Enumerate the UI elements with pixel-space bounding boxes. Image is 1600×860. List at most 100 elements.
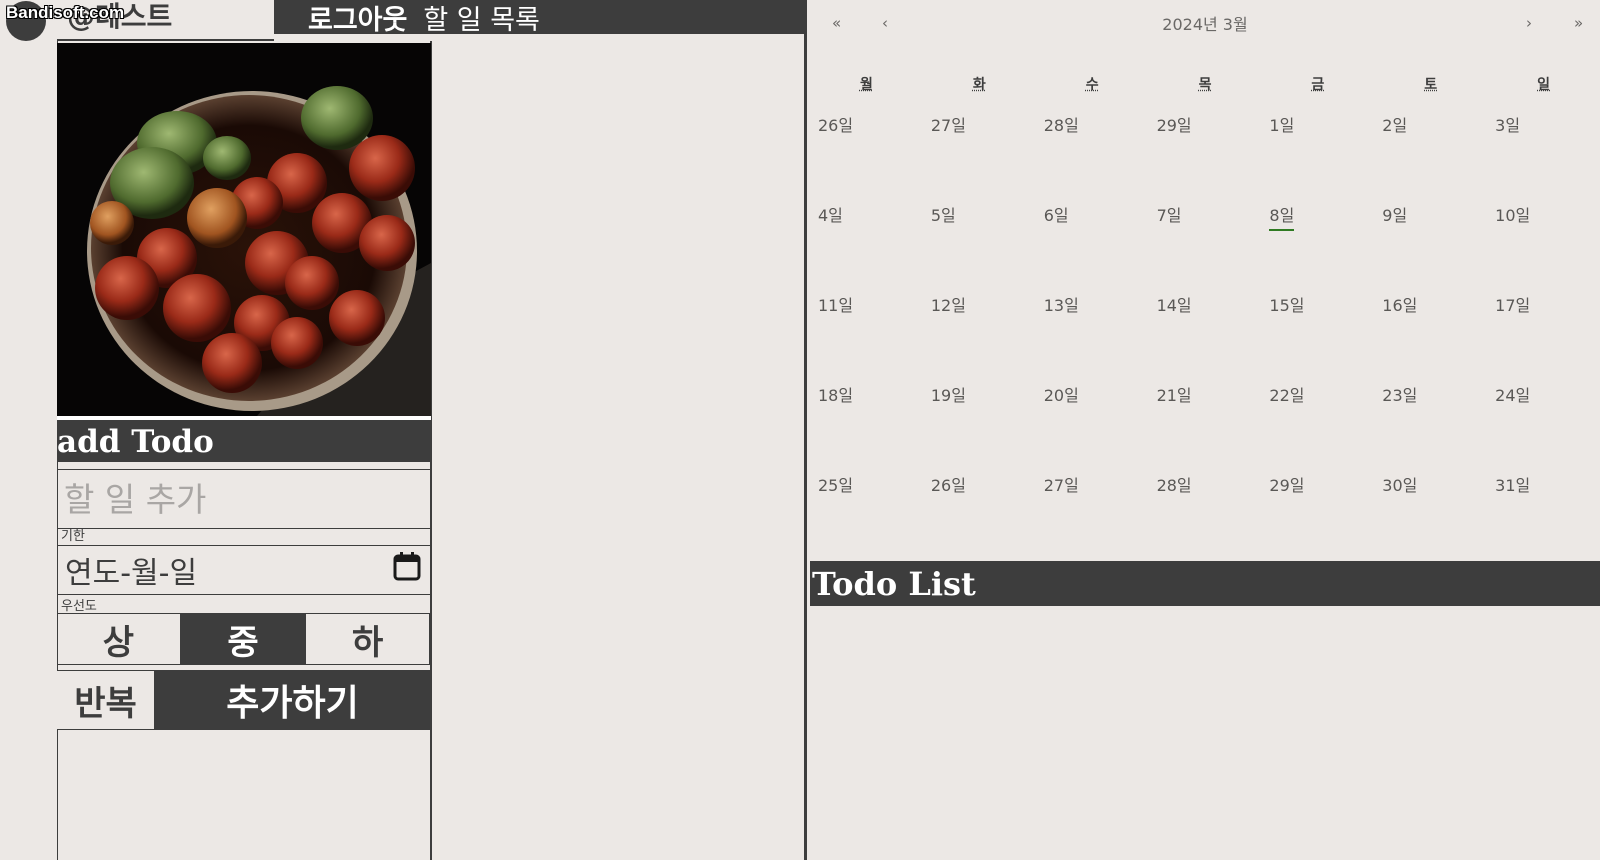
deadline-label: 기한 <box>61 529 85 544</box>
top-bar: 로그아웃 할 일 목록 <box>274 0 807 37</box>
date-placeholder: 연도-월-일 <box>65 556 198 591</box>
calendar-day-label: 3일 <box>1495 116 1521 135</box>
calendar-day-label: 6일 <box>1043 206 1069 225</box>
calendar-day[interactable]: 23일 <box>1374 382 1487 472</box>
calendar-day-label: 24일 <box>1495 386 1531 405</box>
calendar-day-label: 9일 <box>1382 206 1408 225</box>
todo-list-title: Todo List <box>810 561 1600 606</box>
calendar-day[interactable]: 16일 <box>1374 292 1487 382</box>
calendar-day[interactable]: 27일 <box>923 112 1036 202</box>
calendar-day[interactable]: 27일 <box>1036 472 1149 562</box>
calendar-day-label: 8일 <box>1269 202 1295 231</box>
priority-medium-button[interactable]: 중 <box>181 614 307 664</box>
calendar-day[interactable]: 1일 <box>1261 112 1374 202</box>
weekday-label: 수 <box>1085 77 1099 93</box>
calendar-day[interactable]: 11일 <box>810 292 923 382</box>
calendar-day-label: 28일 <box>1156 476 1192 495</box>
weekday-label: 토 <box>1424 77 1438 93</box>
calendar-day[interactable]: 19일 <box>923 382 1036 472</box>
fruit-bowl-image <box>57 43 431 416</box>
calendar-day-label: 4일 <box>818 206 843 225</box>
calendar-day[interactable]: 7일 <box>1149 202 1262 292</box>
calendar-day-label: 7일 <box>1156 206 1182 225</box>
weekday-label: 월 <box>859 77 873 93</box>
deadline-date-field[interactable]: 연도-월-일 <box>57 545 431 595</box>
calendar-day-label: 5일 <box>930 206 956 225</box>
priority-low-button[interactable]: 하 <box>306 614 432 664</box>
calendar-day[interactable]: 4일 <box>810 202 923 292</box>
add-todo-title: add Todo <box>57 420 431 462</box>
calendar-day[interactable]: 28일 <box>1036 112 1149 202</box>
calendar-day-label: 21일 <box>1156 386 1192 405</box>
calendar-day-label: 27일 <box>1043 476 1079 495</box>
calendar-day[interactable]: 15일 <box>1261 292 1374 382</box>
calendar-day[interactable]: 6일 <box>1036 202 1149 292</box>
add-todo-panel: add Todo 기한 연도-월-일 우선도 상 중 하 반복 추가하기 <box>57 41 432 860</box>
next-month-button[interactable]: › <box>1526 14 1532 32</box>
calendar-day[interactable]: 28일 <box>1149 472 1262 562</box>
calendar-day-label: 10일 <box>1495 206 1531 225</box>
calendar-day-label: 12일 <box>930 296 966 315</box>
calendar-day[interactable]: 24일 <box>1487 382 1600 472</box>
priority-selector: 상 중 하 <box>57 613 432 665</box>
calendar-day[interactable]: 12일 <box>923 292 1036 382</box>
calendar-day[interactable]: 20일 <box>1036 382 1149 472</box>
calendar-day-label: 29일 <box>1269 476 1305 495</box>
calendar-day[interactable]: 30일 <box>1374 472 1487 562</box>
calendar-day-label: 13일 <box>1043 296 1079 315</box>
calendar-day[interactable]: 13일 <box>1036 292 1149 382</box>
calendar-navigation: 2024년 3월 « ‹ › » <box>810 8 1600 38</box>
next-year-button[interactable]: » <box>1574 14 1583 32</box>
calendar-day-label: 27일 <box>930 116 966 135</box>
todo-list-panel <box>432 34 807 860</box>
fruit-bowl-illustration <box>57 43 431 416</box>
calendar-month-title[interactable]: 2024년 3월 <box>810 11 1600 35</box>
watermark: Bandisoft.com <box>6 3 125 22</box>
repeat-button[interactable]: 반복 <box>57 671 154 729</box>
calendar-day[interactable]: 3일 <box>1487 112 1600 202</box>
calendar-day[interactable]: 2일 <box>1374 112 1487 202</box>
priority-label: 우선도 <box>61 599 97 614</box>
add-todo-button[interactable]: 추가하기 <box>154 670 431 729</box>
calendar-day-label: 15일 <box>1269 296 1305 315</box>
calendar-days-grid: 26일 27일 28일 29일 1일 2일 3일 4일 5일 6일 7일 8일 9일 10일 11일 12일 1… <box>810 112 1600 562</box>
calendar-day-label: 26일 <box>818 116 854 135</box>
weekday-header: 월화수목금토일 <box>810 74 1600 94</box>
prev-month-button[interactable]: ‹ <box>882 14 888 32</box>
weekday-label: 금 <box>1311 77 1325 93</box>
calendar-day-label: 31일 <box>1495 476 1531 495</box>
calendar-day-label: 14일 <box>1156 296 1192 315</box>
calendar-day-label: 2일 <box>1382 116 1408 135</box>
weekday-label: 목 <box>1198 77 1212 93</box>
calendar-icon[interactable] <box>393 551 421 589</box>
calendar-day[interactable]: 9일 <box>1374 202 1487 292</box>
page-title: 할 일 목록 <box>423 4 540 36</box>
calendar-day[interactable]: 17일 <box>1487 292 1600 382</box>
calendar-day-label: 19일 <box>930 386 966 405</box>
calendar-day-label: 29일 <box>1156 116 1192 135</box>
calendar-day[interactable]: 31일 <box>1487 472 1600 562</box>
calendar-day[interactable]: 22일 <box>1261 382 1374 472</box>
calendar-day[interactable]: 18일 <box>810 382 923 472</box>
calendar-day[interactable]: 21일 <box>1149 382 1262 472</box>
calendar-day[interactable]: 29일 <box>1261 472 1374 562</box>
todo-text-input[interactable] <box>57 469 431 529</box>
priority-high-button[interactable]: 상 <box>57 614 182 664</box>
calendar-day-label: 26일 <box>930 476 966 495</box>
logout-button[interactable]: 로그아웃 <box>308 0 407 37</box>
weekday-label: 일 <box>1537 77 1551 93</box>
calendar-day[interactable]: 5일 <box>923 202 1036 292</box>
calendar-day[interactable]: 26일 <box>810 112 923 202</box>
calendar-day[interactable]: 14일 <box>1149 292 1262 382</box>
calendar-day[interactable]: 29일 <box>1149 112 1262 202</box>
weekday-label: 화 <box>972 77 986 93</box>
calendar-day[interactable]: 10일 <box>1487 202 1600 292</box>
calendar-day-label: 22일 <box>1269 386 1305 405</box>
calendar-day[interactable]: 25일 <box>810 472 923 562</box>
prev-year-button[interactable]: « <box>832 14 841 32</box>
calendar-day-today[interactable]: 8일 <box>1261 202 1374 292</box>
calendar-day[interactable]: 26일 <box>923 472 1036 562</box>
calendar: 2024년 3월 « ‹ › » 월화수목금토일 26일 27일 28일 29일 1일 2… <box>810 0 1600 561</box>
action-row: 반복 추가하기 <box>57 670 431 730</box>
calendar-day-label: 1일 <box>1269 116 1295 135</box>
